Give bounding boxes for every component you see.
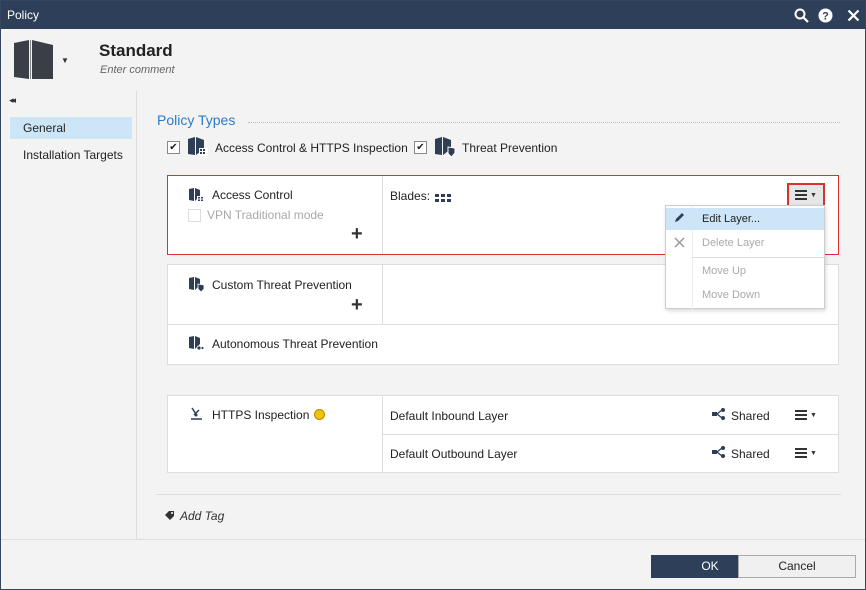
shared-label: Shared <box>731 408 770 423</box>
policy-header: ▼ Standard Enter comment <box>1 29 865 91</box>
comment-field[interactable]: Enter comment <box>100 64 175 76</box>
https-inspection-icon <box>190 407 203 424</box>
shared-indicator: Shared <box>712 407 770 424</box>
divider <box>168 324 838 325</box>
sidebar-item-general[interactable]: General <box>10 117 132 139</box>
cancel-button[interactable]: Cancel <box>738 555 856 578</box>
add-access-layer-button[interactable]: + <box>351 224 363 244</box>
close-icon <box>674 237 685 251</box>
search-icon[interactable] <box>792 6 810 24</box>
lightbulb-icon[interactable] <box>314 409 325 420</box>
menu-item-move-down[interactable]: Move Down <box>666 284 824 306</box>
chevron-down-icon: ▼ <box>810 449 817 457</box>
inbound-layer-label[interactable]: Default Inbound Layer <box>390 409 508 423</box>
policy-window: Policy ? ▼ Standard Enter comment ◂◂ Gen… <box>0 0 866 590</box>
divider <box>382 176 383 254</box>
threat-prevention-icon <box>434 137 456 160</box>
blades-label: Blades: <box>390 189 431 203</box>
window-title: Policy <box>7 8 40 22</box>
section-divider <box>248 122 840 123</box>
share-icon <box>712 445 728 462</box>
main-panel: Policy Types ✔ Access Control & HTTPS In… <box>138 91 865 539</box>
autonomous-threat-prevention-label[interactable]: Autonomous Threat Prevention <box>212 337 378 351</box>
close-icon[interactable] <box>844 6 862 24</box>
shared-label: Shared <box>731 446 770 461</box>
section-title: Policy Types <box>157 112 236 128</box>
svg-text:?: ? <box>822 10 829 22</box>
sidebar-item-installation-targets[interactable]: Installation Targets <box>10 144 132 166</box>
hamburger-icon <box>795 408 808 422</box>
hamburger-icon <box>795 446 808 460</box>
pencil-icon <box>673 212 685 227</box>
menu-item-move-up[interactable]: Move Up <box>666 260 824 282</box>
threat-prevention-label: Threat Prevention <box>462 141 558 155</box>
divider <box>156 494 841 495</box>
access-control-icon <box>187 137 209 160</box>
layer-context-menu: Edit Layer... Delete Layer Move Up Move … <box>665 205 825 310</box>
blades-grid-icon[interactable] <box>435 194 451 202</box>
autonomous-threat-prevention-icon <box>188 336 205 354</box>
divider <box>383 434 838 435</box>
outbound-layer-label[interactable]: Default Outbound Layer <box>390 447 517 461</box>
vpn-traditional-mode-checkbox[interactable] <box>188 209 201 222</box>
add-threat-layer-button[interactable]: + <box>351 295 363 315</box>
shared-indicator: Shared <box>712 445 770 462</box>
menu-separator <box>692 257 824 258</box>
menu-item-label: Edit Layer... <box>702 213 761 225</box>
access-control-layer-label[interactable]: Access Control <box>212 188 293 202</box>
custom-threat-prevention-icon <box>188 277 205 295</box>
policy-menu-chevron-down-icon[interactable]: ▼ <box>61 56 69 65</box>
sidebar: ◂◂ General Installation Targets <box>1 91 137 539</box>
access-control-https-label: Access Control & HTTPS Inspection <box>215 141 408 155</box>
inbound-layer-menu-button[interactable]: ▼ <box>790 406 822 424</box>
threat-prevention-checkbox[interactable]: ✔ <box>414 141 427 154</box>
tag-icon <box>164 510 175 524</box>
access-control-https-checkbox[interactable]: ✔ <box>167 141 180 154</box>
add-tag-link[interactable]: Add Tag <box>180 509 224 523</box>
menu-item-label: Delete Layer <box>702 237 765 249</box>
layer-menu-button[interactable]: ▼ <box>787 183 825 207</box>
https-inspection-label[interactable]: HTTPS Inspection <box>212 408 309 422</box>
dialog-footer: OK Cancel <box>1 539 865 589</box>
help-icon[interactable]: ? <box>816 6 834 24</box>
menu-item-delete-layer[interactable]: Delete Layer <box>666 232 824 254</box>
share-icon <box>712 407 728 424</box>
chevron-down-icon: ▼ <box>810 411 817 419</box>
menu-item-edit-layer[interactable]: Edit Layer... <box>666 208 824 230</box>
vpn-traditional-mode-label: VPN Traditional mode <box>207 208 324 222</box>
divider <box>382 265 383 325</box>
policy-title[interactable]: Standard <box>99 41 173 61</box>
chevron-down-icon: ▼ <box>810 191 817 199</box>
custom-threat-prevention-label[interactable]: Custom Threat Prevention <box>212 278 352 292</box>
outbound-layer-menu-button[interactable]: ▼ <box>790 444 822 462</box>
hamburger-icon <box>795 188 808 202</box>
collapse-sidebar-icon[interactable]: ◂◂ <box>9 95 16 106</box>
title-bar: Policy ? <box>1 1 865 29</box>
policy-book-icon[interactable] <box>13 39 55 84</box>
access-control-layer-icon <box>188 188 204 206</box>
